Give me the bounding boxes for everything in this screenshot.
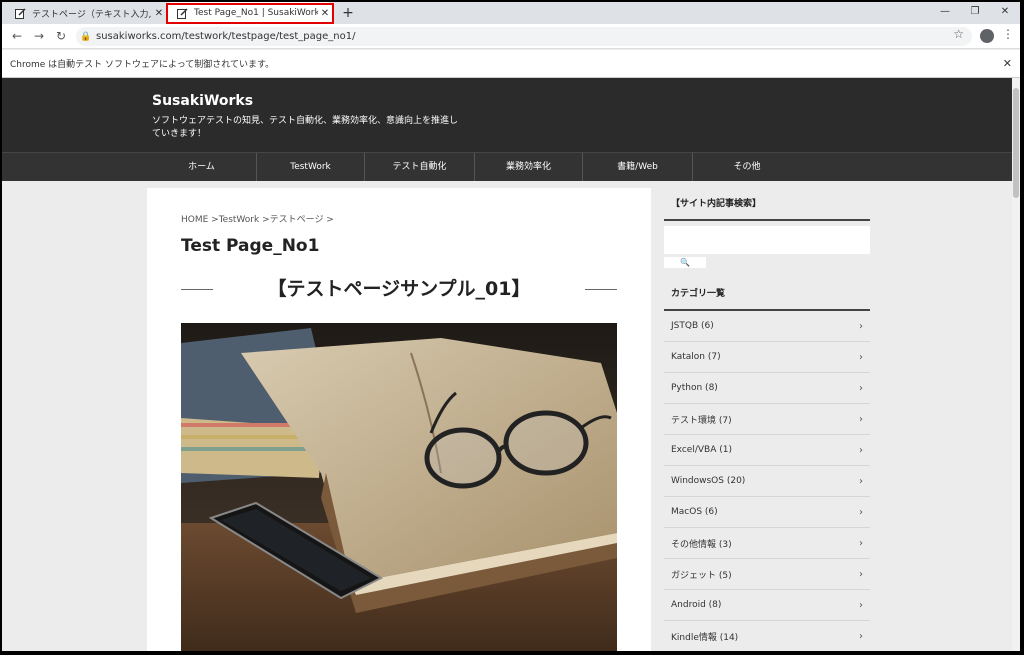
category-item[interactable]: Android (8) › bbox=[664, 590, 870, 621]
tab-close-icon[interactable]: ✕ bbox=[318, 8, 332, 19]
forward-button[interactable]: → bbox=[30, 27, 48, 45]
category-label: Katalon (7) bbox=[671, 352, 721, 362]
tab-title: テストページ（テキスト入力,クリック,フ bbox=[32, 9, 152, 20]
tab-strip: テストページ（テキスト入力,クリック,フ ✕ Test Page_No1 | S… bbox=[2, 2, 1020, 24]
page-edit-icon bbox=[14, 7, 26, 19]
reload-button[interactable]: ↻ bbox=[52, 27, 70, 45]
global-nav: ホーム TestWork テスト自動化 業務効率化 書籍/Web その他 bbox=[2, 152, 1012, 181]
nav-item-test-automation[interactable]: テスト自動化 bbox=[365, 153, 475, 181]
category-label: Kindle情報 (14) bbox=[671, 632, 739, 643]
category-label: MacOS (6) bbox=[671, 507, 718, 517]
browser-window: テストページ（テキスト入力,クリック,フ ✕ Test Page_No1 | S… bbox=[2, 2, 1020, 651]
hero-image bbox=[181, 323, 617, 651]
restore-button[interactable]: ❐ bbox=[960, 2, 990, 22]
category-label: テスト環境 (7) bbox=[671, 415, 732, 426]
category-item[interactable]: JSTQB (6) › bbox=[664, 311, 870, 342]
category-item[interactable]: テスト環境 (7) › bbox=[664, 404, 870, 435]
chevron-right-icon: › bbox=[859, 630, 863, 642]
sidebar: 【サイト内記事検索】 🔍 カテゴリ一覧 JSTQB (6) › Katalon (… bbox=[664, 188, 870, 651]
lock-icon[interactable]: 🔒 bbox=[76, 32, 96, 42]
site-title[interactable]: SusakiWorks bbox=[152, 93, 253, 109]
section-heading-text: 【テストページサンプル_01】 bbox=[267, 278, 531, 300]
category-label: Python (8) bbox=[671, 383, 718, 393]
section-heading: 【テストページサンプル_01】 bbox=[181, 274, 617, 304]
nav-item-other[interactable]: その他 bbox=[693, 153, 801, 181]
chevron-right-icon: › bbox=[859, 506, 863, 518]
profile-avatar-icon[interactable] bbox=[980, 29, 994, 43]
main-content: HOME >TestWork >テストページ > Test Page_No1 【… bbox=[147, 188, 651, 651]
page-viewport: SusakiWorks ソフトウェアテストの知見、テスト自動化、業務効率化、意識… bbox=[2, 78, 1012, 651]
category-item[interactable]: WindowsOS (20) › bbox=[664, 466, 870, 497]
page-scrollbar[interactable] bbox=[1012, 78, 1020, 651]
category-label: Excel/VBA (1) bbox=[671, 445, 732, 455]
categories-heading: カテゴリ一覧 bbox=[664, 278, 870, 311]
nav-item-home[interactable]: ホーム bbox=[147, 153, 257, 181]
chevron-right-icon: › bbox=[859, 475, 863, 487]
category-label: WindowsOS (20) bbox=[671, 476, 746, 486]
bookmark-star-icon[interactable]: ☆ bbox=[953, 27, 964, 41]
chevron-right-icon: › bbox=[859, 568, 863, 580]
category-item[interactable]: MacOS (6) › bbox=[664, 497, 870, 528]
tab-close-icon[interactable]: ✕ bbox=[152, 8, 166, 19]
minimize-button[interactable]: — bbox=[930, 2, 960, 22]
address-bar[interactable]: 🔒 susakiworks.com/testwork/testpage/test… bbox=[76, 27, 972, 46]
new-tab-button[interactable]: + bbox=[339, 3, 357, 23]
category-item[interactable]: ガジェット (5) › bbox=[664, 559, 870, 590]
browser-menu-button[interactable]: ⋮ bbox=[1002, 27, 1014, 41]
chevron-right-icon: › bbox=[859, 320, 863, 332]
category-label: Android (8) bbox=[671, 600, 722, 610]
tab-test-page-no1[interactable]: Test Page_No1 | SusakiWorks ✕ bbox=[166, 2, 332, 24]
category-label: その他情報 (3) bbox=[671, 539, 732, 550]
site-header: SusakiWorks ソフトウェアテストの知見、テスト自動化、業務効率化、意識… bbox=[2, 78, 1012, 152]
chevron-right-icon: › bbox=[859, 351, 863, 363]
nav-item-testwork[interactable]: TestWork bbox=[257, 153, 365, 181]
url-text[interactable]: susakiworks.com/testwork/testpage/test_p… bbox=[96, 31, 355, 42]
browser-toolbar: ← → ↻ 🔒 susakiworks.com/testwork/testpag… bbox=[2, 24, 1020, 49]
chevron-right-icon: › bbox=[859, 382, 863, 394]
search-heading: 【サイト内記事検索】 bbox=[664, 188, 870, 221]
category-item[interactable]: Excel/VBA (1) › bbox=[664, 435, 870, 466]
tab-test-page-form[interactable]: テストページ（テキスト入力,クリック,フ ✕ bbox=[4, 2, 166, 24]
chevron-right-icon: › bbox=[859, 444, 863, 456]
window-close-button[interactable]: ✕ bbox=[990, 2, 1020, 22]
nav-item-efficiency[interactable]: 業務効率化 bbox=[475, 153, 583, 181]
page-title: Test Page_No1 bbox=[181, 236, 320, 256]
category-label: JSTQB (6) bbox=[671, 321, 714, 331]
category-label: ガジェット (5) bbox=[671, 570, 732, 581]
category-item[interactable]: その他情報 (3) › bbox=[664, 528, 870, 559]
chevron-right-icon: › bbox=[859, 537, 863, 549]
category-item[interactable]: Python (8) › bbox=[664, 373, 870, 404]
heading-rule-right bbox=[585, 289, 617, 290]
automation-infobar: Chrome は自動テスト ソフトウェアによって制御されています。 ✕ bbox=[2, 50, 1020, 78]
breadcrumb[interactable]: HOME >TestWork >テストページ > bbox=[181, 212, 334, 225]
scrollbar-thumb[interactable] bbox=[1013, 88, 1019, 198]
chevron-right-icon: › bbox=[859, 599, 863, 611]
back-button[interactable]: ← bbox=[8, 27, 26, 45]
chevron-right-icon: › bbox=[859, 413, 863, 425]
search-input[interactable] bbox=[664, 226, 870, 254]
nav-item-books-web[interactable]: 書籍/Web bbox=[583, 153, 693, 181]
site-description: ソフトウェアテストの知見、テスト自動化、業務効率化、意識向上を推進していきます！ bbox=[152, 116, 459, 139]
search-icon[interactable]: 🔍 bbox=[664, 257, 706, 268]
category-item[interactable]: Katalon (7) › bbox=[664, 342, 870, 373]
infobar-close-icon[interactable]: ✕ bbox=[1003, 57, 1012, 70]
page-edit-icon bbox=[176, 7, 188, 19]
infobar-message: Chrome は自動テスト ソフトウェアによって制御されています。 bbox=[10, 60, 275, 70]
category-item[interactable]: Kindle情報 (14) › bbox=[664, 621, 870, 651]
tab-title: Test Page_No1 | SusakiWorks bbox=[194, 8, 318, 18]
